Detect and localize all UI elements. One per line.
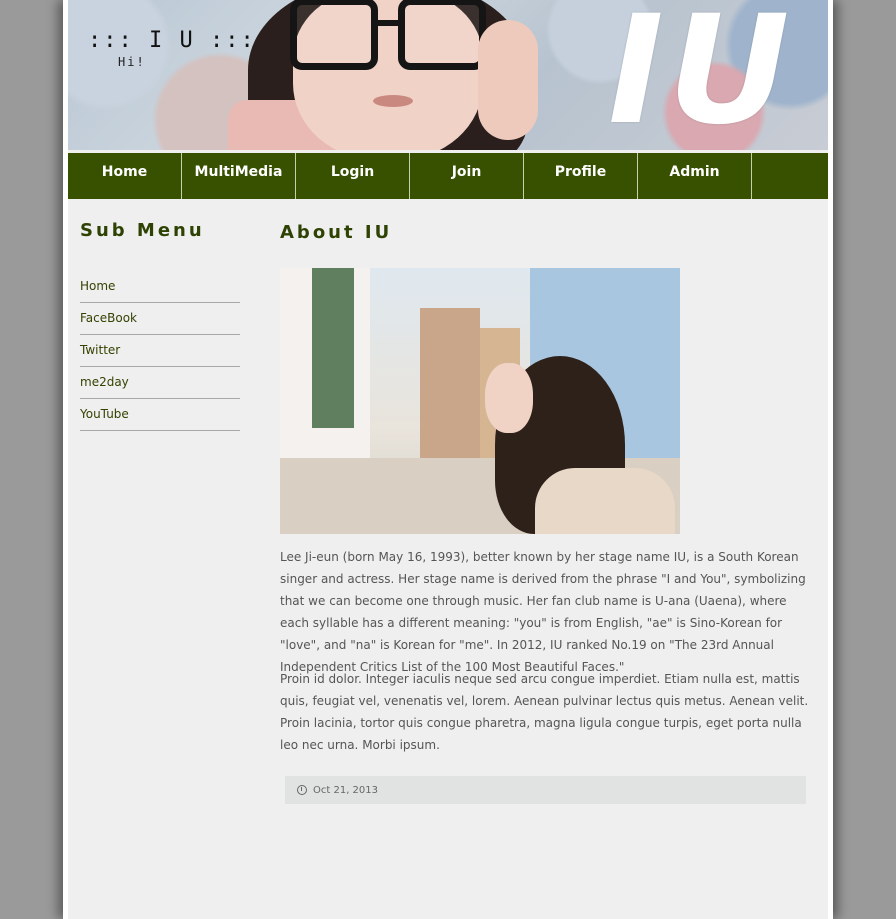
article-paragraph-1: Lee Ji-eun (born May 16, 1993), better k… (280, 550, 806, 674)
site-title[interactable]: ::: I U ::: (88, 28, 256, 53)
sidebar: Sub Menu Home FaceBook Twitter me2day Yo… (80, 220, 240, 431)
post-date: Oct 21, 2013 (313, 784, 378, 796)
sub-menu-list: Home FaceBook Twitter me2day YouTube (80, 271, 240, 431)
sub-menu-facebook[interactable]: FaceBook (80, 303, 240, 335)
site-subtitle: Hi! (118, 55, 146, 69)
banner-glasses-right (398, 0, 486, 70)
nav-item-join[interactable]: Join (410, 153, 524, 199)
page-wrapper: IU ::: I U ::: Hi! Home MultiMedia Login… (68, 0, 828, 919)
nav-item-home[interactable]: Home (68, 153, 182, 199)
article-paragraph-2: Proin id dolor. Integer iaculis neque se… (280, 672, 809, 752)
main-content: About IU Lee Ji-eun (born May 16, 1993),… (280, 222, 815, 804)
sub-menu-home[interactable]: Home (80, 271, 240, 303)
article-photo (280, 268, 680, 534)
main-nav: Home MultiMedia Login Join Profile Admin (68, 153, 828, 199)
sub-menu-twitter[interactable]: Twitter (80, 335, 240, 367)
clock-icon (297, 785, 307, 795)
header-banner: IU ::: I U ::: Hi! (68, 0, 828, 150)
sidebar-title: Sub Menu (80, 220, 205, 241)
banner-photo-hand (478, 20, 538, 140)
sub-menu-me2day[interactable]: me2day (80, 367, 240, 399)
banner-logo: IU (608, 0, 794, 150)
nav-item-multimedia[interactable]: MultiMedia (182, 153, 296, 199)
banner-glasses-bridge (374, 20, 400, 26)
banner-photo-lips (373, 95, 413, 107)
sub-menu-youtube[interactable]: YouTube (80, 399, 240, 431)
nav-item-login[interactable]: Login (296, 153, 410, 199)
article-title: About IU (280, 222, 393, 243)
post-meta-bar: Oct 21, 2013 (285, 776, 806, 804)
banner-glasses-left (290, 0, 378, 70)
nav-item-profile[interactable]: Profile (524, 153, 638, 199)
nav-item-admin[interactable]: Admin (638, 153, 752, 199)
